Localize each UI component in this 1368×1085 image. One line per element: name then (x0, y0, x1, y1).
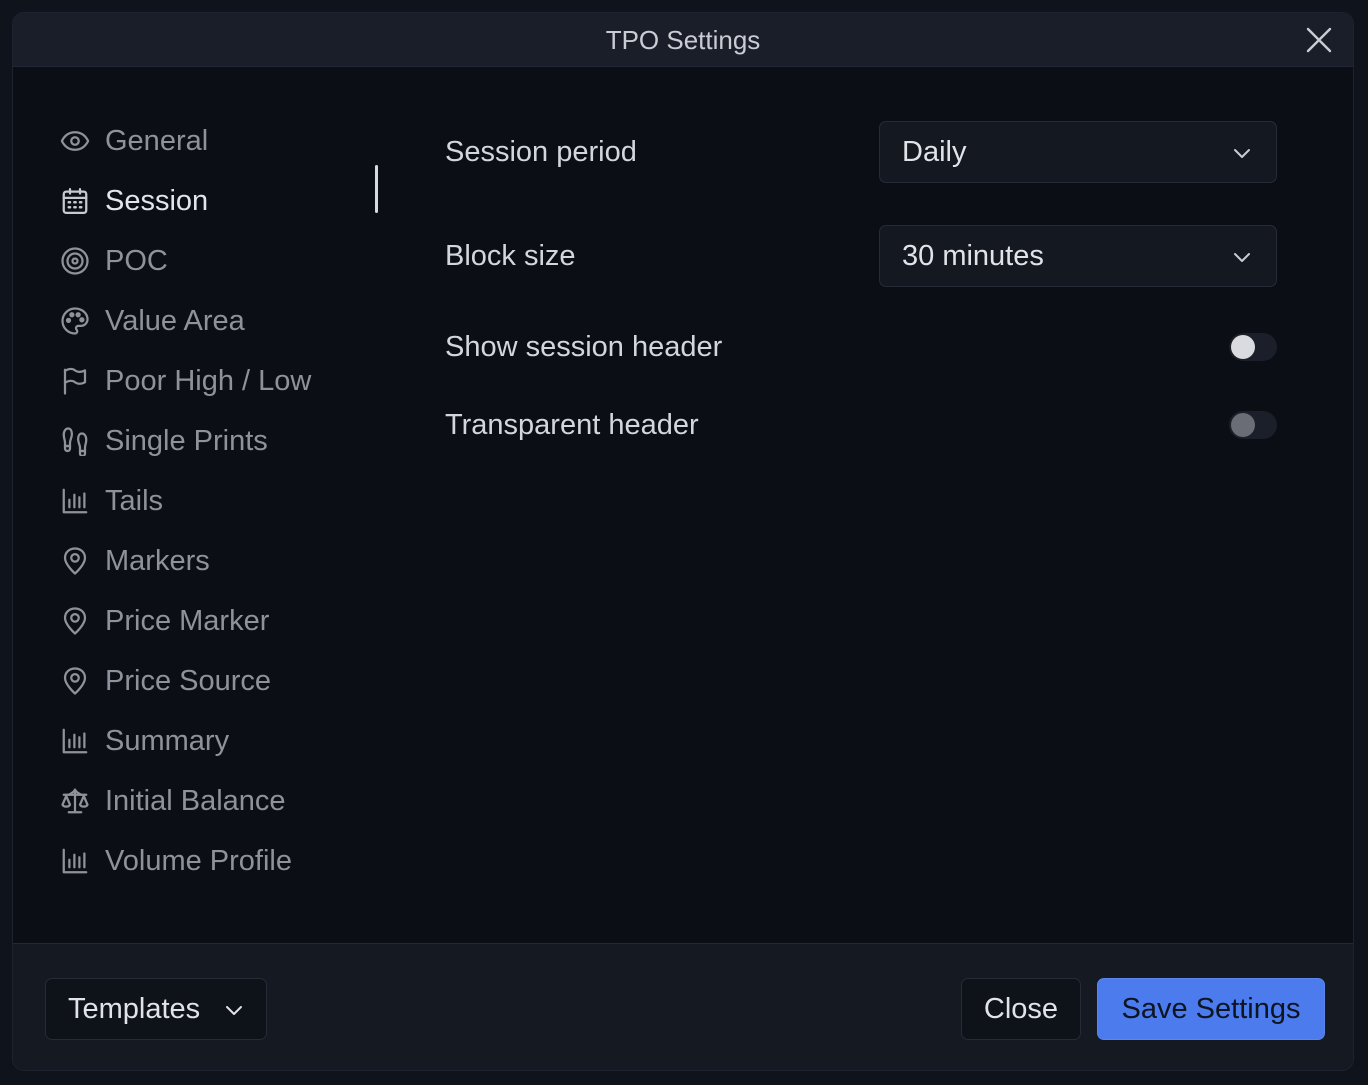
block-size-label: Block size (445, 239, 576, 272)
chevron-down-icon (1234, 149, 1250, 158)
sidebar-item-volume-profile[interactable]: Volume Profile (59, 831, 379, 891)
sidebar-item-initial-balance[interactable]: Initial Balance (59, 771, 379, 831)
bar-chart-icon (59, 845, 91, 877)
sidebar-item-label: Tails (105, 484, 164, 517)
session-period-row: Session period Daily (445, 121, 1277, 183)
transparent-header-toggle[interactable] (1229, 411, 1277, 439)
sidebar-item-label: Single Prints (105, 424, 268, 457)
sidebar-item-general[interactable]: General (59, 111, 379, 171)
session-period-select[interactable]: Daily (879, 121, 1277, 183)
bar-chart-icon (59, 485, 91, 517)
dialog-titlebar: TPO Settings (13, 13, 1353, 67)
dialog-title: TPO Settings (605, 25, 761, 55)
sidebar-item-label: Volume Profile (105, 844, 292, 877)
active-tab-indicator (375, 165, 378, 213)
sidebar-item-label: Markers (105, 544, 210, 577)
sidebar-item-value-area[interactable]: Value Area (59, 291, 379, 351)
toggle-knob (1231, 413, 1255, 437)
bar-chart-icon (59, 725, 91, 757)
block-size-select[interactable]: 30 minutes (879, 225, 1277, 287)
show-session-header-row: Show session header (445, 327, 1277, 367)
sidebar-item-poor-high-low[interactable]: Poor High / Low (59, 351, 379, 411)
templates-button[interactable]: Templates (45, 978, 267, 1040)
sidebar-item-poc[interactable]: POC (59, 231, 379, 291)
target-icon (59, 245, 91, 277)
footprints-icon (59, 425, 91, 457)
sidebar-item-label: Session (105, 184, 209, 217)
map-pin-icon (59, 605, 91, 637)
sidebar-item-single-prints[interactable]: Single Prints (59, 411, 379, 471)
sidebar-item-label: Poor High / Low (105, 364, 312, 397)
show-session-header-label: Show session header (445, 330, 723, 363)
map-pin-icon (59, 665, 91, 697)
palette-icon (59, 305, 91, 337)
scale-icon (59, 785, 91, 817)
sidebar-item-label: Price Marker (105, 604, 270, 637)
settings-dialog: TPO Settings General Session POC Value A… (12, 12, 1354, 1071)
show-session-header-toggle[interactable] (1229, 333, 1277, 361)
close-icon[interactable] (1305, 26, 1333, 54)
transparent-header-row: Transparent header (445, 405, 1277, 445)
sidebar-item-price-marker[interactable]: Price Marker (59, 591, 379, 651)
transparent-header-label: Transparent header (445, 408, 699, 441)
sidebar-item-markers[interactable]: Markers (59, 531, 379, 591)
block-size-value: 30 minutes (902, 239, 1044, 272)
save-settings-button[interactable]: Save Settings (1097, 978, 1325, 1040)
dialog-footer: Templates Close Save Settings (13, 943, 1353, 1070)
map-pin-icon (59, 545, 91, 577)
settings-sidebar: General Session POC Value Area Poor High… (59, 111, 379, 891)
sidebar-item-label: Initial Balance (105, 784, 286, 817)
eye-icon (59, 125, 91, 157)
sidebar-item-label: General (105, 124, 209, 157)
chevron-down-icon (1234, 253, 1250, 262)
close-button[interactable]: Close (961, 978, 1081, 1040)
sidebar-item-label: Value Area (105, 304, 245, 337)
flag-icon (59, 365, 91, 397)
sidebar-item-session[interactable]: Session (59, 171, 379, 231)
calendar-icon (59, 185, 91, 217)
sidebar-item-price-source[interactable]: Price Source (59, 651, 379, 711)
sidebar-item-tails[interactable]: Tails (59, 471, 379, 531)
sidebar-item-label: Summary (105, 724, 230, 757)
toggle-knob (1231, 335, 1255, 359)
block-size-row: Block size 30 minutes (445, 225, 1277, 287)
sidebar-item-summary[interactable]: Summary (59, 711, 379, 771)
sidebar-item-label: POC (105, 244, 168, 277)
session-period-value: Daily (902, 135, 967, 168)
session-period-label: Session period (445, 135, 637, 168)
sidebar-item-label: Price Source (105, 664, 272, 697)
chevron-down-icon (226, 1006, 242, 1015)
templates-label: Templates (68, 992, 201, 1025)
